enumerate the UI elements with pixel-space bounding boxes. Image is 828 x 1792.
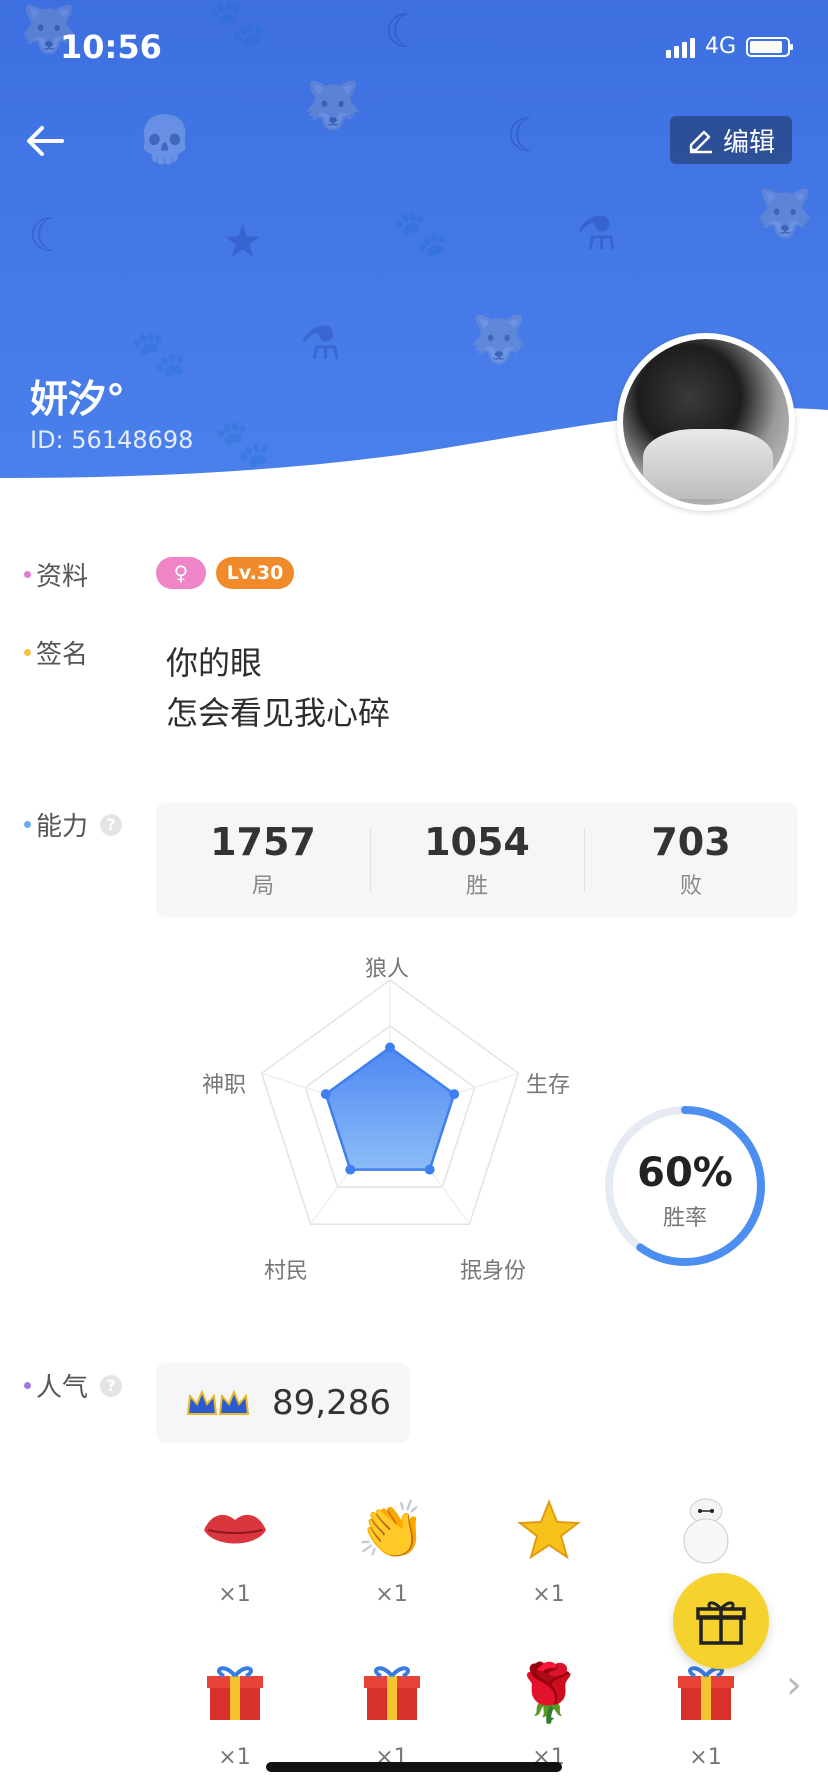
gift-count: ×1 [689,1745,722,1770]
radar-value-point [385,1042,395,1053]
lips-icon [156,1490,313,1570]
robot-icon [627,1490,784,1570]
radar-value-point [424,1164,435,1175]
status-indicators: 4G [665,34,793,59]
gift-item[interactable]: ×1 [156,1653,313,1770]
network-type: 4G [704,34,736,59]
ability-section-label: 能力 ? [24,806,123,843]
female-gender-icon: ♀ [156,557,206,589]
gift-count: ×1 [375,1582,408,1607]
crown-icon [186,1388,250,1418]
stat-label: 胜 [465,874,488,899]
signature-line-2: 怎会看见我心碎 [166,694,391,732]
gift-icon [696,1601,746,1645]
edit-button[interactable]: 编辑 [670,116,792,164]
gift-item[interactable]: ×1 [627,1653,784,1770]
profile-label-text: 资料 [36,562,89,592]
edit-button-label: 编辑 [722,127,775,158]
status-time: 10:56 [60,28,162,66]
stat-losses: 703 败 [584,820,798,900]
signal-icon [665,36,695,58]
chevron-right-icon[interactable]: › [786,1662,802,1708]
help-icon[interactable]: ? [100,813,123,836]
section-dot [24,571,31,578]
stat-value: 1757 [210,820,316,864]
gift-item[interactable]: ×1 [313,1653,470,1770]
signature-line-1: 你的眼 [166,644,263,682]
username: 妍汐° [30,377,126,421]
win-rate-label: 胜率 [662,1206,707,1231]
radar-label-villager: 村民 [264,1259,309,1284]
radar-label-identify: 抿身份 [460,1259,527,1284]
section-dot [24,649,31,656]
signature-label-text: 签名 [36,640,89,670]
radar-value-point [320,1089,331,1100]
gift-item[interactable]: ×1 [156,1490,313,1607]
popularity-value: 89,286 [272,1383,391,1423]
stat-value: 703 [651,820,731,864]
section-dot [24,821,31,828]
radar-label-survival: 生存 [526,1073,571,1098]
stat-label: 败 [679,874,702,899]
gift-item[interactable]: 👏 ×1 [313,1490,470,1607]
star-icon [470,1490,627,1570]
win-rate-ring: 60% 胜率 [603,1104,767,1268]
radar-value-area [324,1045,456,1171]
stat-label: 局 [251,874,274,899]
pencil-icon [689,130,712,154]
profile-section-label: 资料 [24,556,88,593]
avatar[interactable] [617,333,795,511]
clapping-hands-icon: 👏 [356,1498,427,1563]
gift-box-icon [156,1653,313,1733]
user-id: ID: 56148698 [30,426,194,454]
radar-value-point [449,1089,460,1100]
stat-wins: 1054 胜 [370,820,584,900]
radar-svg [260,979,520,1225]
signature-text: 你的眼 怎会看见我心碎 [166,638,390,738]
gift-count: ×1 [532,1582,565,1607]
help-icon[interactable]: ? [100,1374,123,1397]
popularity-label-text: 人气 [36,1373,89,1403]
win-rate-value: 60% [637,1150,733,1196]
stat-value: 1054 [424,820,530,864]
signature-section-label: 签名 [24,634,88,671]
gift-item[interactable]: 🌹 ×1 [470,1653,627,1770]
gift-row: ×1 ×1 🌹 ×1 ×1 [156,1653,788,1770]
home-indicator[interactable] [266,1762,562,1772]
ability-radar-chart: 狼人 生存 抿身份 村民 神职 [190,945,590,1285]
radar-label-god: 神职 [202,1073,247,1098]
gift-box-icon [313,1653,470,1733]
back-arrow-icon[interactable] [22,118,68,164]
send-gift-button[interactable] [673,1573,769,1669]
battery-icon [746,36,793,57]
radar-label-werewolf: 狼人 [365,957,410,982]
level-badge: Lv.30 [216,557,294,589]
stats-box: 1757 局 1054 胜 703 败 [156,803,798,917]
radar-value-point [345,1164,356,1175]
stat-games: 1757 局 [156,820,370,900]
popularity-section-label: 人气 ? [24,1367,123,1404]
gift-item[interactable]: ×1 [470,1490,627,1607]
rose-icon: 🌹 [513,1661,584,1726]
section-dot [24,1382,31,1389]
popularity-box: 89,286 [156,1363,410,1443]
gift-count: ×1 [218,1582,251,1607]
profile-badges: ♀ Lv.30 [156,557,294,589]
ability-label-text: 能力 [36,812,89,842]
